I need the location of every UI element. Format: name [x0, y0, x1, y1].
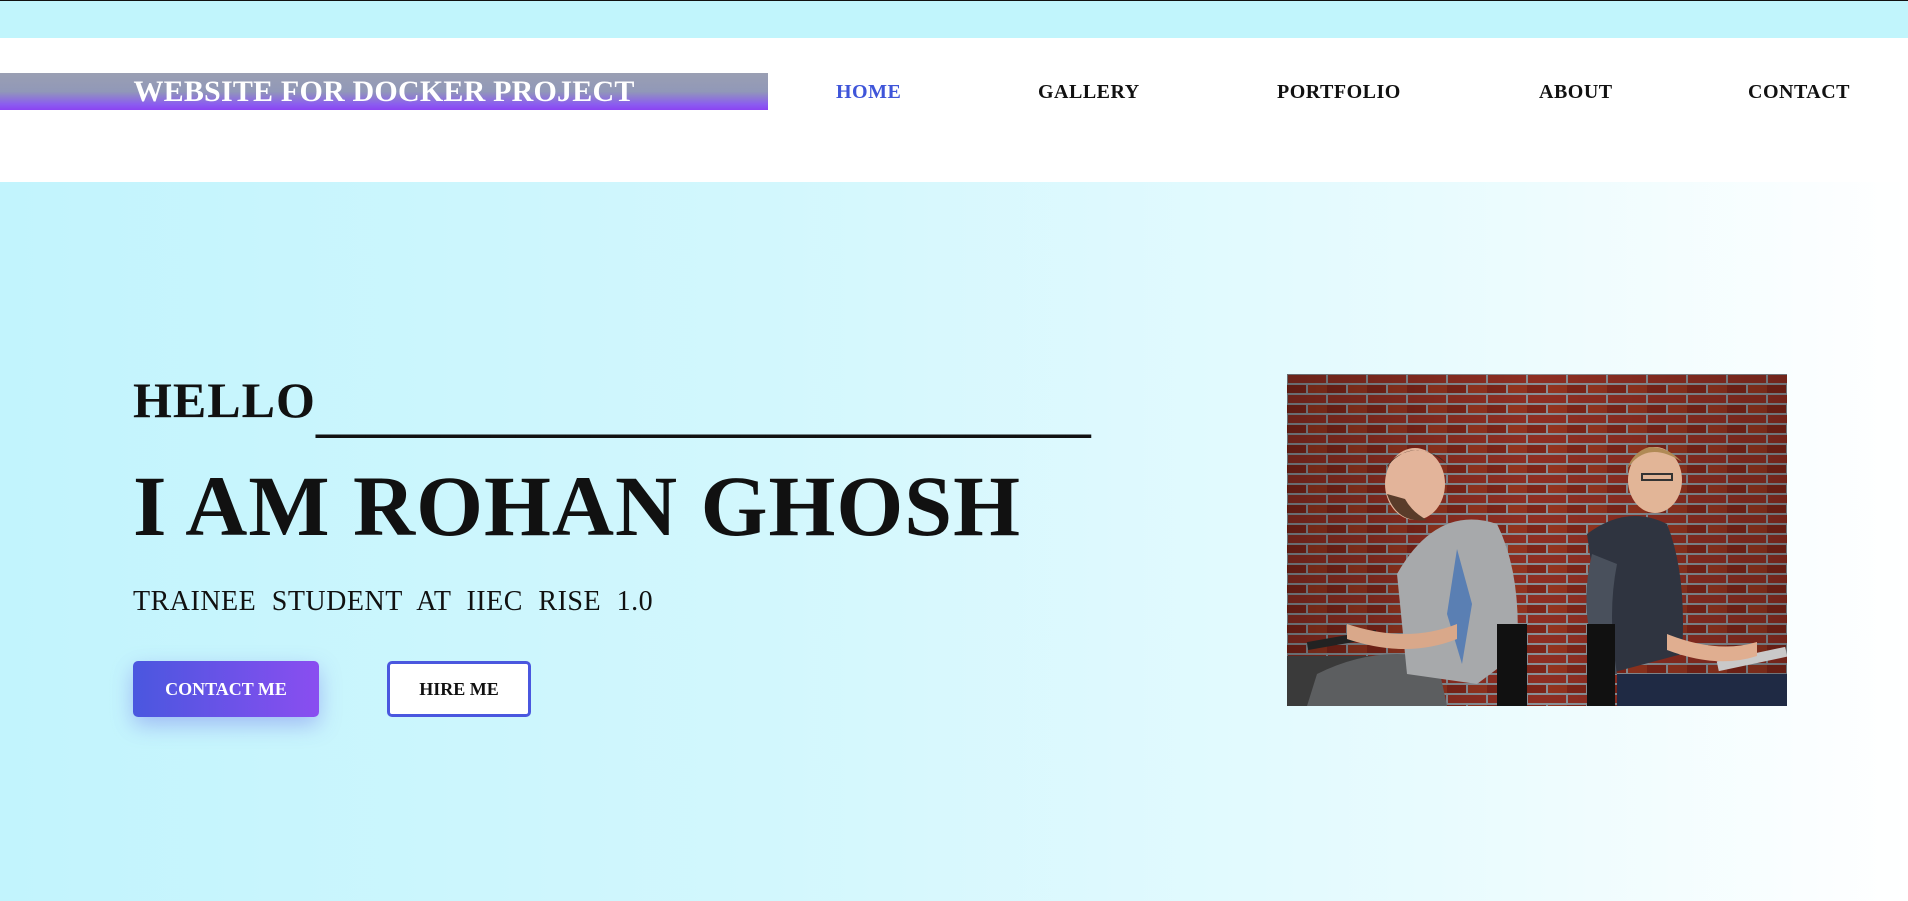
brand-logo[interactable]: WEBSITE FOR DOCKER PROJECT — [0, 73, 768, 110]
hero-photo — [1287, 374, 1787, 706]
hero-name: I AM ROHAN GHOSH — [133, 458, 1022, 554]
contact-me-button[interactable]: CONTACT ME — [133, 661, 319, 717]
brand-title: WEBSITE FOR DOCKER PROJECT — [133, 75, 635, 108]
photo-illustration — [1287, 374, 1787, 706]
hero-subtitle: TRAINEE STUDENT AT IIEC RISE 1.0 — [133, 586, 654, 617]
top-strip — [0, 0, 1908, 38]
hire-me-button[interactable]: HIRE ME — [387, 661, 531, 717]
greeting-underline: _______________________________ — [315, 386, 1091, 442]
nav-contact[interactable]: CONTACT — [1748, 80, 1850, 104]
hero-greeting: HELLO_______________________________ — [133, 372, 1091, 442]
nav-gallery[interactable]: GALLERY — [1038, 80, 1140, 104]
nav-portfolio[interactable]: PORTFOLIO — [1277, 80, 1401, 104]
nav-about[interactable]: ABOUT — [1539, 80, 1613, 104]
navbar: WEBSITE FOR DOCKER PROJECT HOME GALLERY … — [0, 38, 1908, 182]
hero-section: HELLO_______________________________ I A… — [0, 182, 1908, 901]
nav-home[interactable]: HOME — [836, 80, 901, 104]
greeting-text: HELLO — [133, 372, 316, 428]
